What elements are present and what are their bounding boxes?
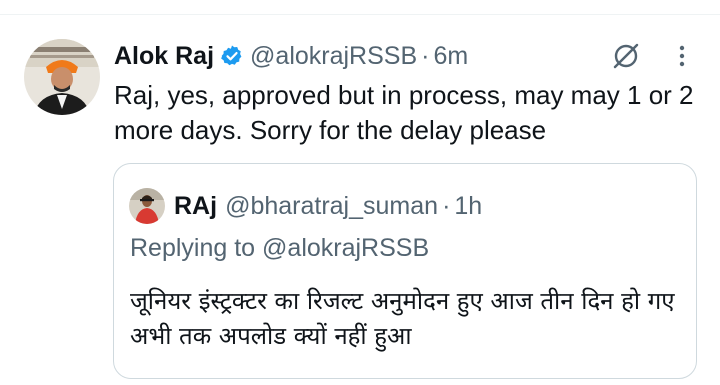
tweet-text: Raj, yes, approved but in process, may m… (114, 80, 694, 145)
user-handle[interactable]: @alokrajRSSB (250, 42, 417, 71)
separator-dot: · (421, 41, 430, 70)
quoted-display-name[interactable]: RAj (174, 192, 217, 221)
avatar[interactable] (24, 39, 100, 115)
replying-to-handle[interactable]: @alokrajRSSB (262, 234, 429, 262)
grok-icon[interactable] (610, 40, 642, 72)
timestamp[interactable]: 6m (433, 42, 468, 71)
quoted-tweet-text: जूनियर इंस्ट्रक्टर का रिजल्ट अनुमोदन हुए… (130, 287, 675, 350)
more-icon[interactable] (672, 40, 692, 72)
quoted-separator-dot: · (442, 191, 451, 220)
top-divider (0, 14, 720, 15)
quoted-handle[interactable]: @bharatraj_suman (225, 192, 438, 221)
quoted-tweet[interactable]: RAj @bharatraj_suman · 1h Replying to @a… (113, 163, 697, 379)
quoted-header: RAj @bharatraj_suman · 1h (174, 188, 482, 224)
quoted-avatar-image (129, 188, 165, 224)
replying-to-label: Replying to (130, 234, 256, 262)
quoted-timestamp[interactable]: 1h (454, 192, 482, 221)
verified-badge-icon (221, 45, 242, 66)
tweet-header: Alok Raj @alokrajRSSB · 6m (114, 36, 468, 76)
replying-to: Replying to @alokrajRSSB (130, 234, 429, 263)
avatar-image (24, 39, 100, 115)
quoted-avatar[interactable] (129, 188, 165, 224)
display-name[interactable]: Alok Raj (114, 42, 214, 71)
